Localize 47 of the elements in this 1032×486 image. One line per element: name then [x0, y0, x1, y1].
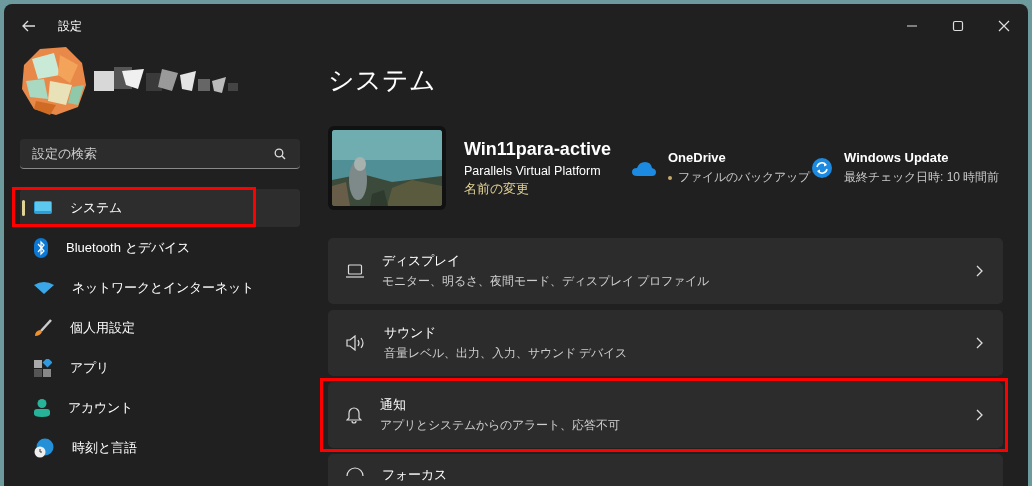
status-title: Windows Update: [844, 150, 950, 165]
wifi-icon: [34, 282, 54, 294]
search-icon: [274, 148, 286, 160]
chevron-right-icon: [976, 409, 983, 421]
sync-icon: [812, 158, 832, 178]
sidebar-item[interactable]: アプリ: [20, 349, 300, 387]
settings-card[interactable]: フォーカス: [328, 454, 1003, 486]
laptop-icon: [346, 264, 364, 278]
setting-title: 通知: [380, 396, 407, 414]
monitor-icon: [34, 201, 52, 215]
status-detail: ファイルのバックアップ: [678, 169, 810, 186]
sidebar-item[interactable]: 時刻と言語: [20, 429, 300, 467]
status-title: OneDrive: [668, 150, 727, 165]
status-dot-icon: [668, 175, 672, 180]
cloud-icon: [632, 160, 656, 176]
sidebar-item[interactable]: 個人用設定: [20, 309, 300, 347]
setting-description: アプリとシステムからのアラート、応答不可: [380, 417, 621, 434]
chevron-right-icon: [976, 265, 983, 277]
person-icon: [34, 399, 50, 417]
setting-title: サウンド: [384, 324, 437, 342]
rename-link[interactable]: 名前の変更: [464, 179, 626, 198]
focus-icon: [346, 466, 364, 476]
sidebar-item[interactable]: アカウント: [20, 389, 300, 427]
bluetooth-icon: [34, 238, 48, 258]
sidebar-item[interactable]: ネットワークとインターネット: [20, 269, 300, 307]
settings-card[interactable]: サウンド 音量レベル、出力、入力、サウンド デバイス: [328, 310, 1003, 376]
device-model: Parallels Virtual Platform: [464, 163, 602, 178]
sidebar-item[interactable]: Bluetooth とデバイス: [20, 229, 300, 267]
page-title: システム: [328, 64, 437, 96]
close-icon[interactable]: [998, 20, 1010, 32]
brush-icon: [34, 319, 52, 337]
bell-icon: [346, 406, 362, 424]
settings-card[interactable]: ディスプレイ モニター、明るさ、夜間モード、ディスプレイ プロファイル: [328, 238, 1003, 304]
setting-title: ディスプレイ: [382, 252, 461, 270]
chevron-right-icon: [976, 337, 983, 349]
window-title: 設定: [58, 17, 82, 35]
speaker-icon: [346, 335, 366, 351]
maximize-icon[interactable]: [952, 20, 964, 32]
setting-title: フォーカス: [382, 466, 448, 484]
device-name: Win11para-active: [464, 138, 612, 160]
globe-clock-icon: [34, 438, 54, 458]
search-field[interactable]: 設定の検索: [20, 139, 300, 169]
back-arrow-icon[interactable]: [22, 20, 36, 32]
setting-description: 音量レベル、出力、入力、サウンド デバイス: [384, 345, 629, 362]
status-detail: 最終チェック日時: 10 時間前: [844, 169, 1000, 186]
apps-icon: [34, 359, 52, 377]
setting-description: モニター、明るさ、夜間モード、ディスプレイ プロファイル: [382, 273, 711, 290]
